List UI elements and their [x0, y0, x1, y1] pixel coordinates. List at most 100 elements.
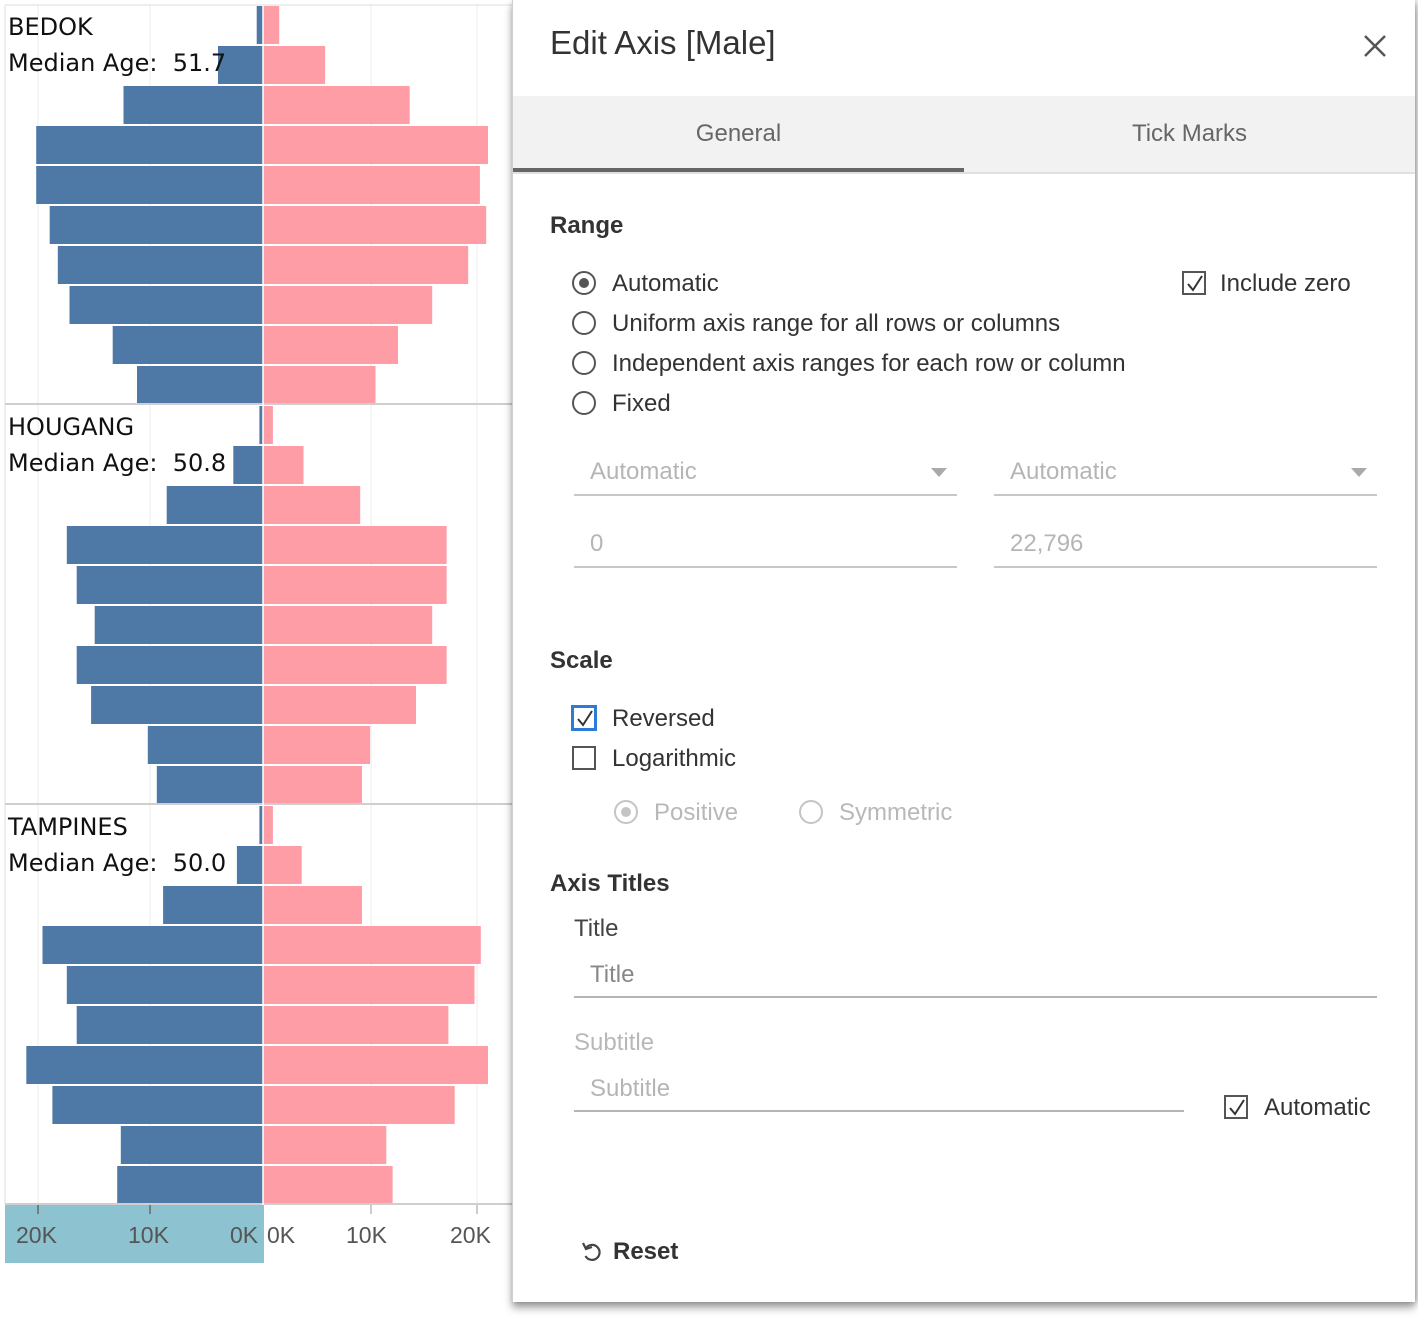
female-bar — [263, 806, 273, 844]
automatic-subtitle-label[interactable]: Automatic — [1264, 1094, 1371, 1122]
female-bar — [263, 446, 304, 484]
range-end-select[interactable]: Automatic — [994, 452, 1377, 496]
option-uniform-label[interactable]: Uniform axis range for all rows or colum… — [612, 310, 1060, 338]
population-pyramid-chart: BEDOK Median Age: 51.7 HOUGANG Median Ag… — [0, 0, 512, 1318]
close-icon — [1364, 35, 1386, 57]
automatic-subtitle-checkbox[interactable] — [1224, 1095, 1248, 1119]
female-bar — [263, 46, 326, 84]
male-bar — [69, 286, 263, 324]
chevron-down-icon — [931, 468, 947, 477]
female-bar — [263, 966, 475, 1004]
female-axis-tick-label: 20K — [450, 1222, 491, 1248]
title-input[interactable] — [574, 954, 1377, 996]
logarithmic-label[interactable]: Logarithmic — [612, 745, 736, 773]
female-bar — [263, 366, 376, 404]
positive-label[interactable]: Positive — [654, 799, 738, 827]
median-age-value: 51.7 — [172, 49, 227, 77]
female-bar — [263, 926, 481, 964]
reset-button[interactable]: Reset — [581, 1238, 678, 1266]
male-bar — [236, 846, 263, 884]
female-bar — [263, 126, 488, 164]
range-end-value: 22,796 — [1010, 530, 1084, 557]
region-name: HOUGANG — [8, 413, 135, 441]
region-name: TAMPINES — [8, 813, 128, 841]
male-bar — [36, 126, 264, 164]
male-bar — [123, 86, 263, 124]
panel-label-hougang: HOUGANG Median Age: 50.8 — [8, 409, 226, 481]
subtitle-field[interactable] — [574, 1068, 1184, 1112]
option-independent-label[interactable]: Independent axis ranges for each row or … — [612, 350, 1126, 378]
female-bar — [263, 486, 361, 524]
range-heading: Range — [550, 212, 624, 239]
median-age-value: 50.8 — [172, 449, 227, 477]
female-bar — [263, 286, 433, 324]
female-bar — [263, 1126, 387, 1164]
scale-heading: Scale — [550, 647, 613, 674]
panel-label-tampines: TAMPINES Median Age: 50.0 — [8, 809, 226, 881]
chart-svg — [4, 4, 512, 1263]
female-bar — [263, 606, 433, 644]
female-bar — [263, 846, 302, 884]
male-bar — [163, 886, 263, 924]
female-bar — [263, 886, 362, 924]
reversed-label[interactable]: Reversed — [612, 705, 715, 733]
radio-independent[interactable] — [572, 351, 596, 375]
male-bar — [49, 206, 264, 244]
male-bar — [52, 1086, 264, 1124]
checkmark-icon — [1229, 1099, 1245, 1116]
option-automatic-label[interactable]: Automatic — [612, 270, 719, 298]
female-axis-tick-label: 0K — [267, 1222, 296, 1248]
include-zero-label[interactable]: Include zero — [1220, 270, 1351, 298]
median-age-text: Median Age: 51.7 — [8, 45, 226, 81]
median-age-text: Median Age: 50.0 — [8, 845, 226, 881]
close-button[interactable] — [1359, 30, 1391, 62]
radio-symmetric[interactable] — [799, 800, 823, 824]
male-bar — [112, 326, 263, 364]
checkmark-icon — [1187, 275, 1203, 292]
include-zero-checkbox[interactable] — [1182, 271, 1206, 295]
male-bar — [76, 566, 263, 604]
female-bar — [263, 726, 371, 764]
female-bar — [263, 766, 362, 804]
range-end-select-value: Automatic — [1010, 458, 1117, 485]
range-start-value: 0 — [590, 530, 604, 557]
male-bar — [147, 726, 263, 764]
title-field[interactable] — [574, 954, 1377, 998]
range-start-select[interactable]: Automatic — [574, 452, 957, 496]
range-start-value-field[interactable]: 0 — [574, 524, 957, 568]
radio-positive[interactable] — [614, 800, 638, 824]
axis-titles-heading: Axis Titles — [550, 870, 670, 897]
female-axis-tick-label: 10K — [346, 1222, 387, 1248]
female-bar — [263, 6, 280, 44]
male-bar — [117, 1166, 263, 1204]
tab-tick-marks[interactable]: Tick Marks — [964, 96, 1415, 174]
radio-automatic[interactable] — [572, 271, 596, 295]
male-bar — [137, 366, 263, 404]
option-fixed-label[interactable]: Fixed — [612, 390, 671, 418]
reset-icon — [582, 1242, 601, 1261]
symmetric-label[interactable]: Symmetric — [839, 799, 952, 827]
female-bar — [263, 1086, 455, 1124]
reversed-checkbox[interactable] — [572, 706, 596, 730]
male-bar — [91, 686, 263, 724]
tab-general[interactable]: General — [513, 96, 964, 174]
checkmark-icon — [577, 710, 593, 727]
dialog-title: Edit Axis [Male] — [550, 24, 776, 61]
range-end-value-field[interactable]: 22,796 — [994, 524, 1377, 568]
tab-divider — [513, 172, 1415, 174]
panel-label-bedok: BEDOK Median Age: 51.7 — [8, 9, 226, 81]
male-bar — [57, 246, 263, 284]
male-bar — [94, 606, 263, 644]
male-axis-tick-label: 10K — [128, 1222, 169, 1248]
female-bar — [263, 646, 447, 684]
title-label: Title — [574, 915, 619, 942]
radio-fixed[interactable] — [572, 391, 596, 415]
subtitle-input[interactable] — [574, 1068, 1184, 1110]
chevron-down-icon — [1351, 468, 1367, 477]
female-bar — [263, 1046, 488, 1084]
male-bar — [256, 6, 263, 44]
radio-uniform[interactable] — [572, 311, 596, 335]
male-bar — [42, 926, 263, 964]
logarithmic-checkbox[interactable] — [572, 746, 596, 770]
male-axis-tick-label: 0K — [230, 1222, 259, 1248]
